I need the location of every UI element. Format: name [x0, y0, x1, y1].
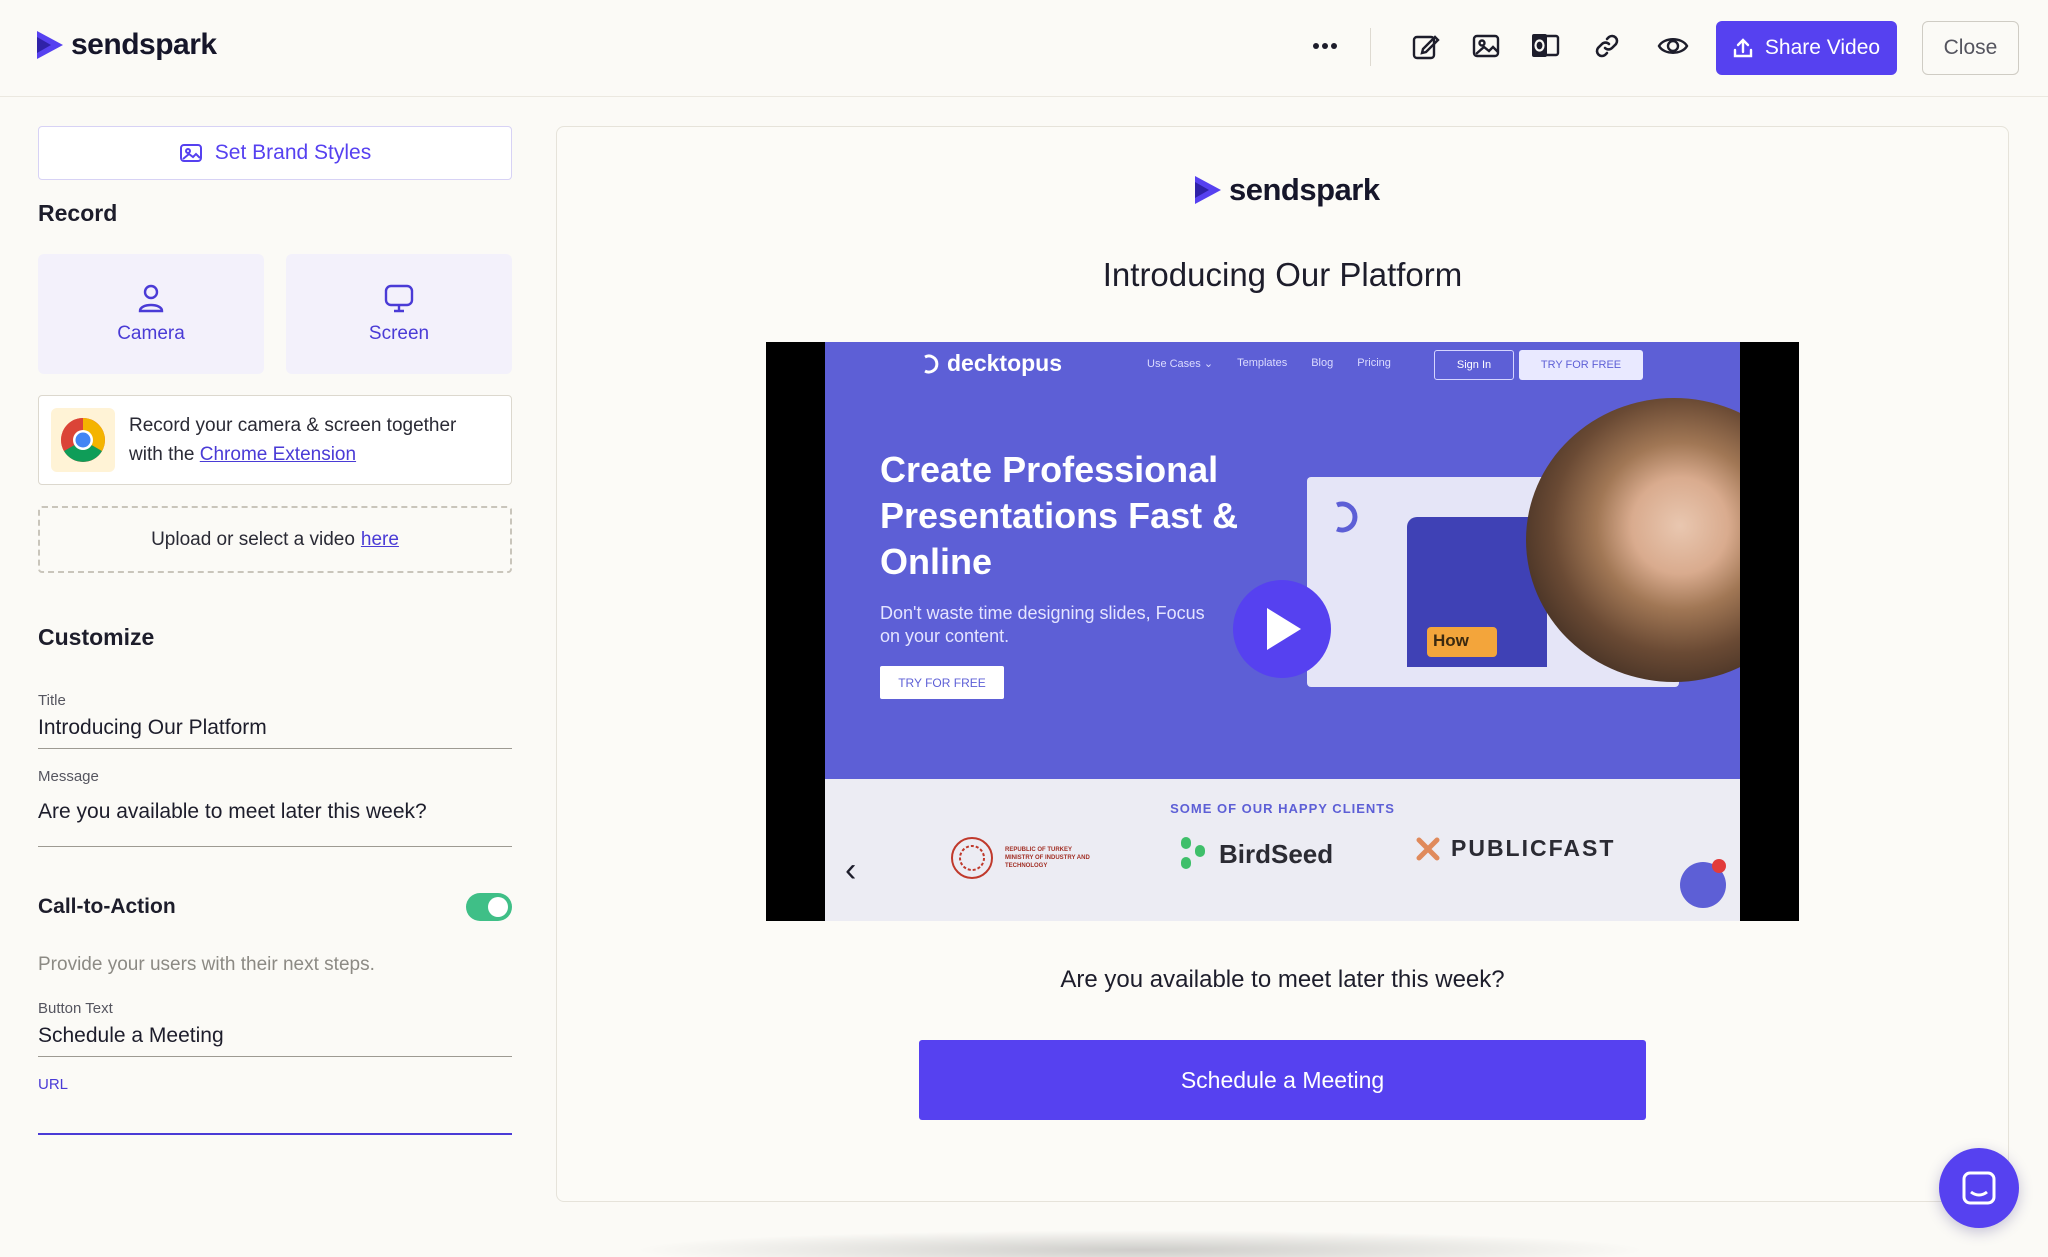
video-clients-title: SOME OF OUR HAPPY CLIENTS [1170, 801, 1395, 816]
share-video-button[interactable]: Share Video [1716, 21, 1897, 75]
edit-icon[interactable] [1408, 28, 1444, 64]
chrome-extension-promo: Record your camera & screen together wit… [38, 395, 512, 485]
sendspark-logo[interactable]: sendspark [37, 28, 217, 62]
chrome-line-2: with the Chrome Extension [129, 440, 456, 469]
birdseed-icon [1181, 837, 1205, 869]
customize-heading: Customize [38, 624, 155, 650]
video-headline: Create Professional Presentations Fast &… [880, 449, 1239, 582]
publicfast-icon [1416, 837, 1440, 860]
upload-here-link[interactable]: here [361, 529, 399, 551]
chrome-line-1: Record your camera & screen together [129, 415, 457, 436]
chrome-extension-text: Record your camera & screen together wit… [129, 411, 456, 469]
video-clients-strip: SOME OF OUR HAPPY CLIENTS ‹ REPUBLIC OF … [825, 779, 1740, 921]
preview-logo: sendspark [1195, 172, 1380, 208]
video-site-brand: decktopus [921, 350, 1062, 377]
eye-icon[interactable] [1655, 28, 1691, 64]
cta-toggle[interactable] [466, 893, 512, 921]
message-input[interactable]: Are you available to meet later this wee… [38, 800, 512, 847]
video-nav-link: Templates [1237, 357, 1288, 369]
panel-shadow [630, 1230, 1650, 1257]
video-prev-arrow-icon: ‹ [845, 851, 857, 889]
outlook-icon[interactable] [1527, 28, 1563, 64]
chat-icon [1962, 1171, 1996, 1205]
link-icon[interactable] [1589, 28, 1625, 64]
share-video-label: Share Video [1764, 36, 1881, 59]
top-bar: sendspark Share Video Close [0, 0, 2048, 97]
record-camera-button[interactable]: Camera [38, 254, 264, 374]
schedule-meeting-button[interactable]: Schedule a Meeting [919, 1040, 1646, 1120]
button-text-input[interactable]: Schedule a Meeting [38, 1024, 512, 1057]
toolbar-divider [1370, 28, 1371, 66]
upload-video-dropzone[interactable]: Upload or select a video here [38, 506, 512, 573]
preview-logo-icon [1195, 176, 1221, 204]
chrome-extension-link[interactable]: Chrome Extension [200, 444, 356, 465]
monitor-icon [384, 284, 414, 313]
title-label: Title [38, 692, 66, 709]
decktopus-mark-icon [1336, 501, 1358, 533]
image-icon[interactable] [1468, 28, 1504, 64]
play-icon [1267, 608, 1301, 650]
video-nav-link: Blog [1311, 357, 1334, 369]
set-brand-styles-button[interactable]: Set Brand Styles [38, 126, 512, 180]
client-logo-ministry: REPUBLIC OF TURKEY MINISTRY OF INDUSTRY … [949, 835, 1097, 881]
laptop-badge: How [1427, 627, 1497, 657]
video-site-nav: decktopus Use Cases ⌄ Templates Blog Pri… [825, 342, 1740, 390]
client-publicfast-text: PUBLICFAST [1451, 835, 1616, 861]
sendspark-logo-icon [37, 31, 63, 59]
cta-description: Provide your users with their next steps… [38, 954, 375, 975]
preview-title: Introducing Our Platform [1102, 256, 1463, 293]
client-logo-birdseed: BirdSeed [1179, 835, 1333, 873]
cta-heading: Call-to-Action [38, 895, 176, 918]
upload-icon [1733, 38, 1753, 58]
brand-image-icon [179, 144, 202, 162]
chrome-line-2-prefix: with the [129, 444, 195, 465]
ministry-seal-icon [951, 837, 993, 879]
video-nav-links: Use Cases ⌄ Templates Blog Pricing [1147, 357, 1391, 370]
screen-label: Screen [368, 323, 430, 344]
url-input[interactable] [38, 1100, 512, 1132]
client-ministry-text: REPUBLIC OF TURKEY MINISTRY OF INDUSTRY … [1005, 847, 1090, 869]
more-icon[interactable] [1307, 28, 1343, 64]
logo-text: sendspark [71, 28, 217, 61]
video-cta: TRY FOR FREE [880, 666, 1004, 699]
message-label: Message [38, 768, 99, 785]
upload-text: Upload or select a video [151, 528, 355, 550]
video-subtext: Don't waste time designing slides, Focus… [880, 603, 1205, 646]
decktopus-icon [924, 354, 939, 373]
video-nav-link: Pricing [1357, 357, 1391, 369]
client-birdseed-text: BirdSeed [1219, 838, 1334, 869]
preview-logo-text: sendspark [1229, 172, 1380, 207]
button-text-label: Button Text [38, 1000, 113, 1017]
chrome-icon [51, 408, 115, 472]
url-label: URL [38, 1076, 69, 1093]
title-input[interactable]: Introducing Our Platform [38, 716, 512, 749]
play-button[interactable] [1233, 580, 1331, 678]
video-nav-link: Use Cases ⌄ [1147, 358, 1214, 370]
support-chat-button[interactable] [1939, 1148, 2019, 1228]
close-button[interactable]: Close [1922, 21, 2019, 75]
set-brand-styles-label: Set Brand Styles [214, 141, 372, 164]
camera-label: Camera [117, 323, 185, 344]
video-try-free: TRY FOR FREE [1519, 350, 1643, 380]
video-brand-text: decktopus [947, 350, 1063, 376]
record-heading: Record [38, 200, 118, 226]
url-input-underline [38, 1133, 512, 1135]
preview-message: Are you available to meet later this wee… [1060, 966, 1505, 993]
video-signin: Sign In [1434, 350, 1514, 380]
client-logo-publicfast: PUBLICFAST [1415, 835, 1615, 862]
record-screen-button[interactable]: Screen [286, 254, 512, 374]
video-chat-badge [1712, 859, 1726, 873]
person-icon [138, 284, 164, 313]
